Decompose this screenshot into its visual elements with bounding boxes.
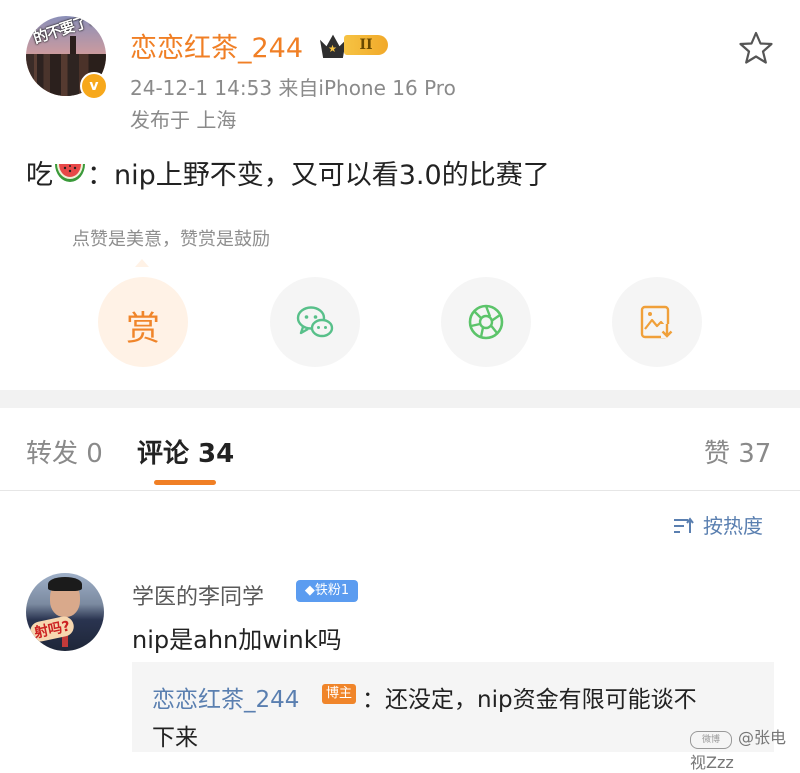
section-divider: [0, 390, 800, 408]
share-moments-button[interactable]: [441, 277, 531, 367]
hint-pointer: [135, 259, 149, 267]
post-text-prefix: 吃: [26, 160, 53, 191]
active-tab-indicator: [154, 480, 216, 485]
commenter-avatar-text: 射吗?: [28, 614, 76, 644]
reply-text: ：还没定，nip资金有限可能谈不: [362, 687, 697, 713]
watermark-logo: 微博: [690, 731, 732, 749]
post-text-body: ：nip上野不变，又可以看3.0的比赛了: [87, 160, 550, 191]
sort-label: 按热度: [703, 514, 763, 538]
save-image-icon: [640, 305, 673, 339]
watermark: 微博 @张电视Zzz: [690, 724, 800, 773]
reply-text-continued: 下来: [152, 725, 198, 751]
tab-likes[interactable]: 赞 37: [704, 433, 771, 470]
owner-badge: 博主: [322, 684, 356, 704]
level-badge-label: II: [344, 35, 388, 55]
post-location: 发布于 上海: [130, 108, 237, 132]
moments-icon: [468, 304, 504, 340]
fan-badge[interactable]: ◆铁粉1: [296, 580, 358, 602]
save-image-button[interactable]: [612, 277, 702, 367]
avatar-text: 的不要了?: [30, 16, 98, 48]
star-icon[interactable]: [738, 30, 774, 66]
level-badge[interactable]: ★ II: [320, 32, 390, 58]
reward-button[interactable]: 赏: [98, 277, 188, 367]
author-name[interactable]: 恋恋红茶_244: [130, 26, 303, 65]
share-wechat-button[interactable]: [270, 277, 360, 367]
post-content: 吃 ：nip上野不变，又可以看3.0的比赛了: [26, 153, 550, 192]
post-meta: 24-12-1 14:53 来自iPhone 16 Pro: [130, 76, 456, 100]
watermelon-icon: [55, 164, 85, 182]
tab-comments[interactable]: 评论 34: [137, 433, 234, 470]
commenter-avatar[interactable]: 射吗?: [26, 573, 104, 651]
sort-button[interactable]: 按热度: [673, 510, 763, 539]
tabs-divider: [0, 490, 800, 491]
reward-hint: 点赞是美意，赞赏是鼓励: [72, 229, 270, 250]
tab-repost[interactable]: 转发 0: [26, 433, 103, 470]
verified-badge-icon: v: [80, 72, 108, 100]
reward-button-label: 赏: [126, 309, 160, 349]
reply-author[interactable]: 恋恋红茶_244: [152, 680, 299, 714]
wechat-icon: [296, 306, 334, 338]
commenter-name[interactable]: 学医的李同学: [132, 579, 264, 611]
comment-text: nip是ahn加wink吗: [132, 626, 342, 654]
sort-icon: [674, 517, 694, 533]
